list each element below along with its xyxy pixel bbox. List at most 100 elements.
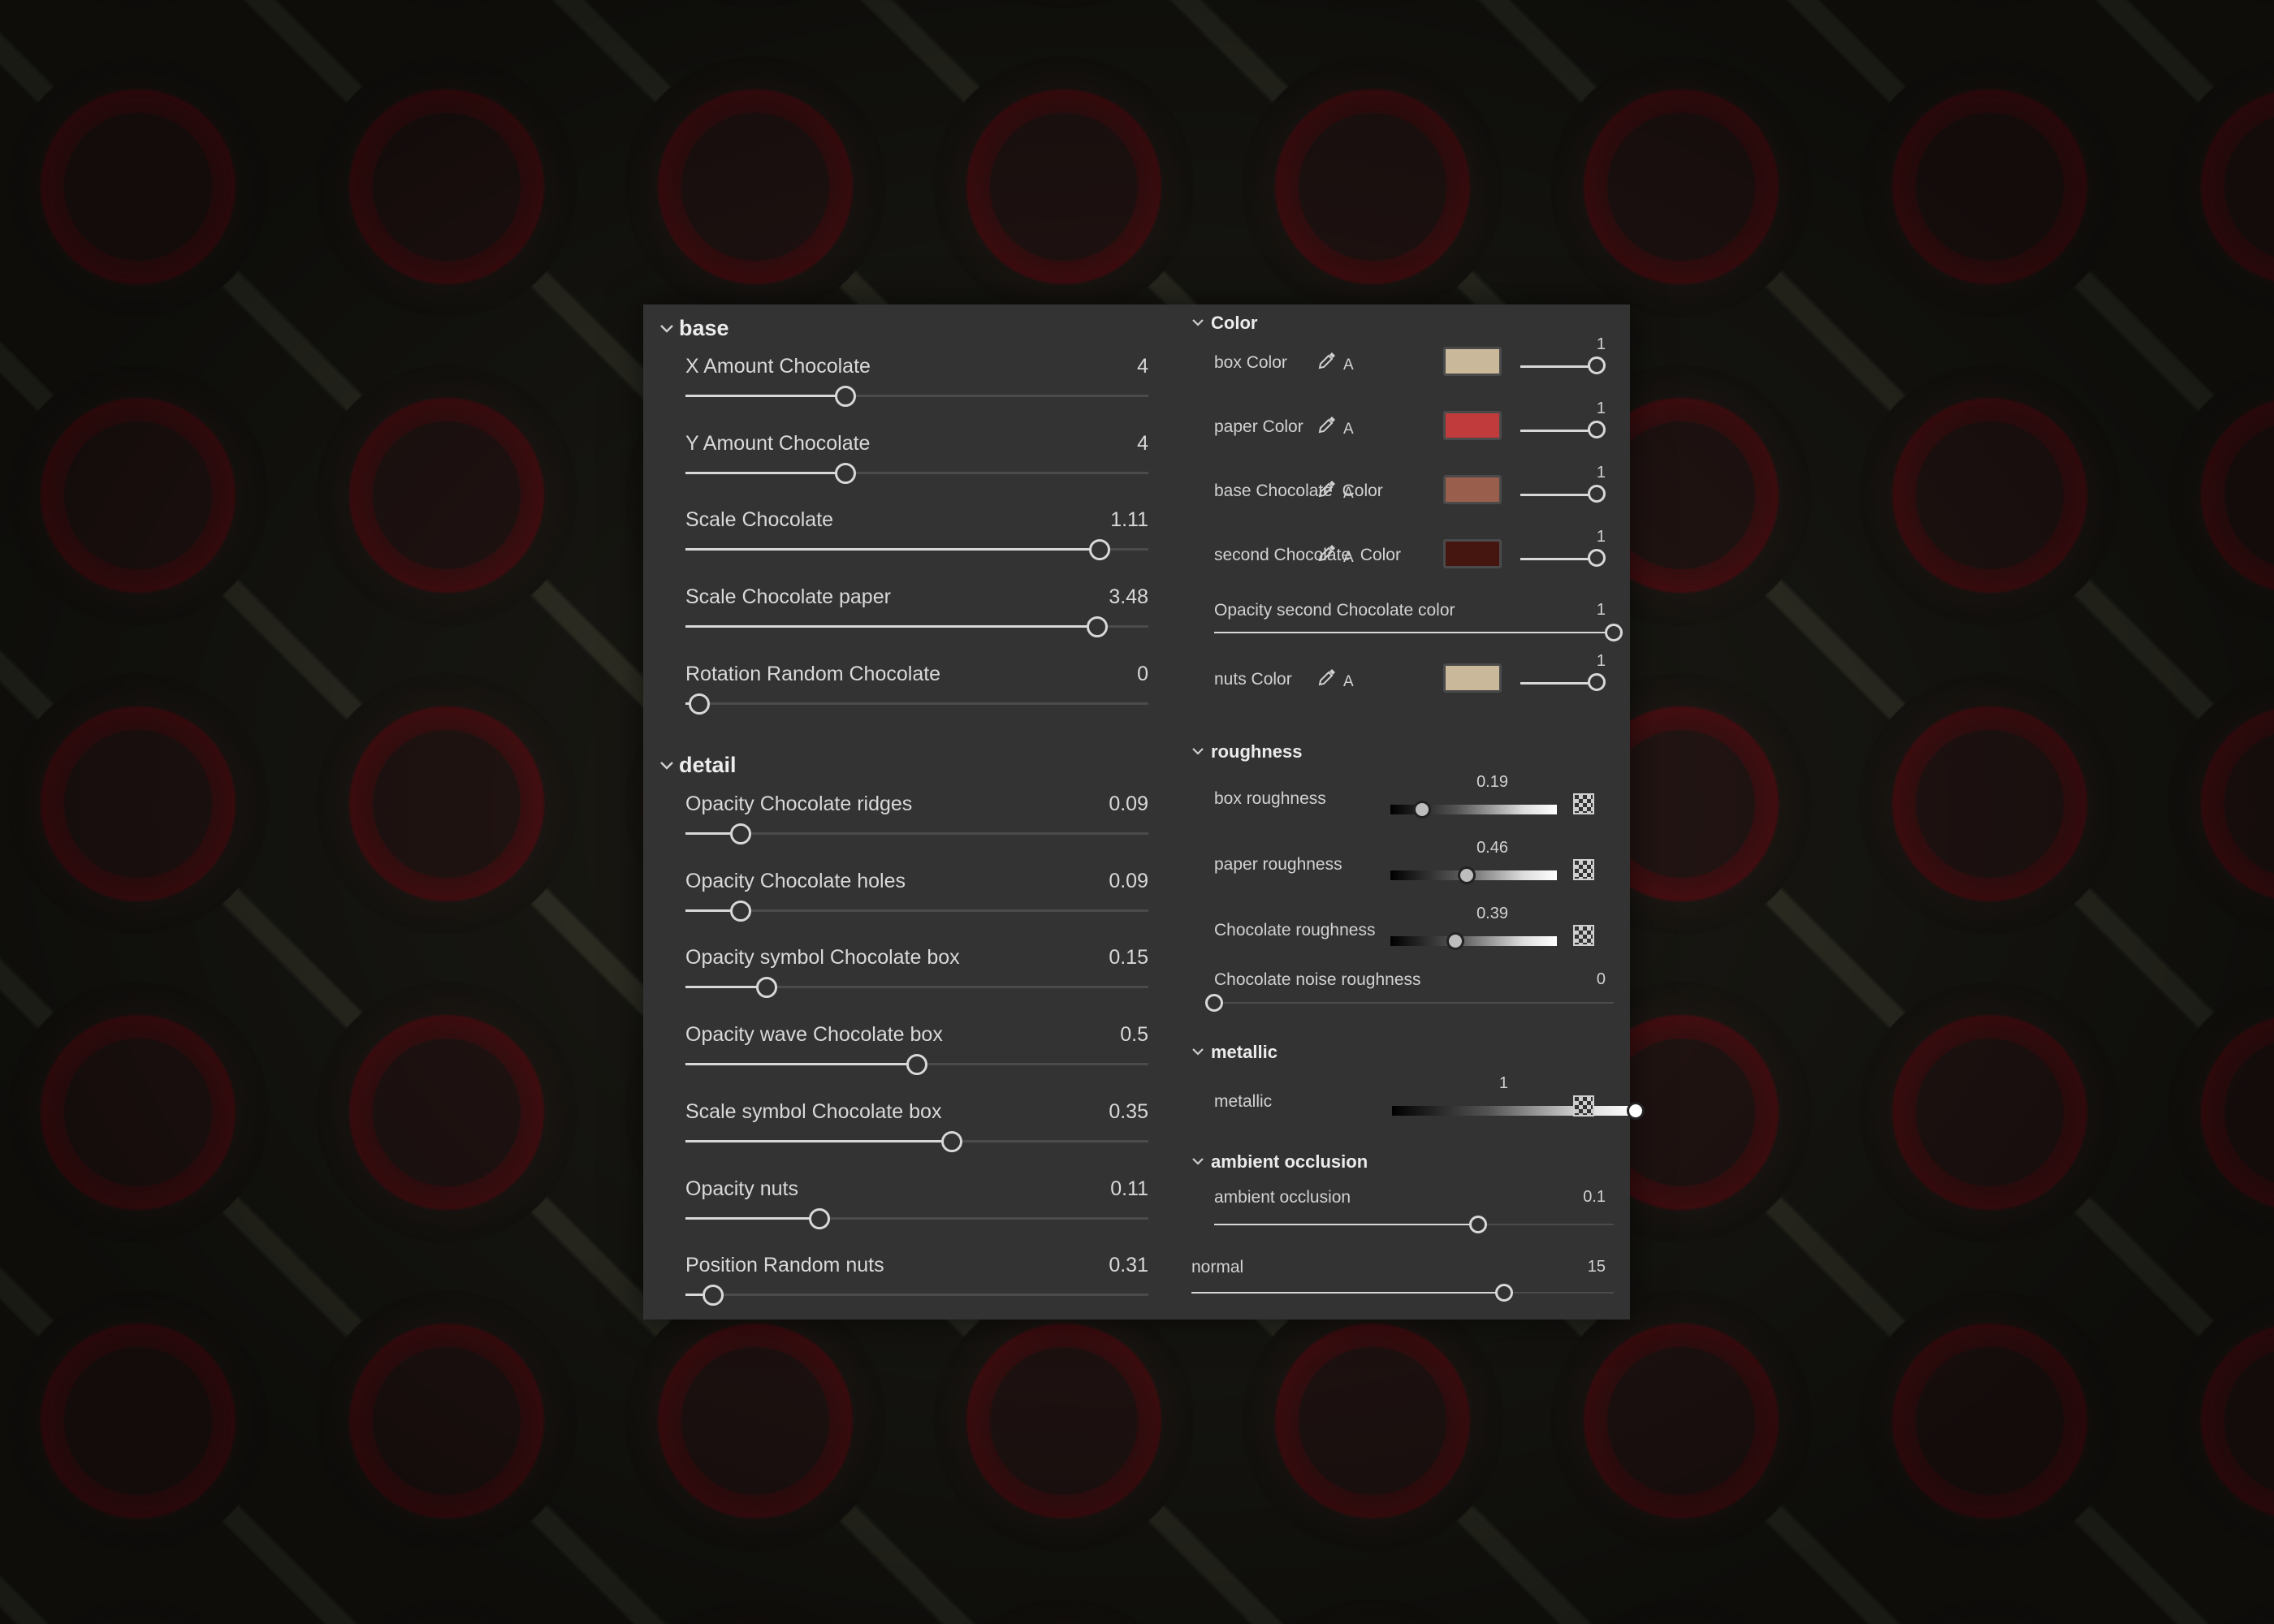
texture-map-icon[interactable] xyxy=(1573,925,1594,946)
param-value[interactable]: 0.35 xyxy=(1109,1100,1148,1124)
section-header-ambient-occlusion[interactable]: ambient occlusion xyxy=(1191,1151,1368,1173)
section-header-detail[interactable]: detail xyxy=(659,753,737,778)
param-value[interactable]: 0.09 xyxy=(1109,793,1148,816)
section-header-base[interactable]: base xyxy=(659,316,729,341)
roughness-slider[interactable] xyxy=(1390,799,1557,818)
param-value[interactable]: 0.15 xyxy=(1109,946,1148,970)
eyedropper-icon[interactable] xyxy=(1316,667,1338,688)
chevron-down-icon[interactable] xyxy=(1191,746,1204,758)
param-label: Scale Chocolate xyxy=(685,508,834,532)
chevron-down-icon[interactable] xyxy=(659,323,673,335)
eyedropper-icon[interactable] xyxy=(1316,350,1338,371)
alpha-slider[interactable] xyxy=(1520,356,1606,376)
param-slider[interactable] xyxy=(685,386,1148,407)
slider-knob[interactable] xyxy=(1588,673,1606,691)
param-value[interactable]: 0.09 xyxy=(1109,870,1148,893)
param-slider[interactable] xyxy=(685,1130,1148,1152)
alpha-slider[interactable] xyxy=(1520,549,1606,568)
alpha-slider[interactable] xyxy=(1520,485,1606,504)
slider-knob[interactable] xyxy=(703,1285,724,1307)
param-value[interactable]: 4 xyxy=(1137,355,1148,378)
section-header-color[interactable]: Color xyxy=(1191,313,1257,334)
normal-slider[interactable] xyxy=(1191,1283,1614,1302)
param-value[interactable]: 0.5 xyxy=(1120,1023,1148,1047)
slider-knob[interactable] xyxy=(755,977,777,999)
texture-map-icon[interactable] xyxy=(1573,859,1594,880)
param-value[interactable]: 0.11 xyxy=(1110,1177,1148,1201)
slider-knob[interactable] xyxy=(689,693,711,715)
section-title-ambient-occlusion: ambient occlusion xyxy=(1211,1151,1368,1172)
slider-knob[interactable] xyxy=(1588,549,1606,567)
opacity-second-chocolate-color-row: Opacity second Chocolate color 1 xyxy=(1167,598,1630,647)
param-slider[interactable] xyxy=(685,693,1148,715)
chevron-down-icon[interactable] xyxy=(1191,1156,1204,1168)
param-slider[interactable] xyxy=(685,616,1148,638)
eyedropper-icon[interactable] xyxy=(1316,542,1338,564)
chevron-down-icon[interactable] xyxy=(1191,1047,1204,1058)
slider-knob[interactable] xyxy=(1205,994,1223,1012)
alpha-value: 1 xyxy=(1596,528,1606,546)
section-header-roughness[interactable]: roughness xyxy=(1191,741,1302,762)
slider-knob[interactable] xyxy=(1089,539,1111,561)
param-label: metallic xyxy=(1214,1092,1273,1111)
color-param-row: box Color A 1 xyxy=(1167,335,1630,394)
chevron-down-icon[interactable] xyxy=(659,760,673,771)
param-slider[interactable] xyxy=(685,1285,1148,1307)
slider-knob[interactable] xyxy=(834,462,856,484)
slider-knob[interactable] xyxy=(940,1130,962,1152)
param-value[interactable]: 1.11 xyxy=(1110,508,1148,532)
slider-knob[interactable] xyxy=(1458,866,1476,884)
opacity-second-chocolate-color-slider[interactable] xyxy=(1214,623,1623,642)
color-param-row: base Chocolate Color A 1 xyxy=(1167,464,1630,522)
slider-knob[interactable] xyxy=(1627,1102,1645,1120)
slider-knob[interactable] xyxy=(730,823,752,844)
color-swatch[interactable] xyxy=(1443,347,1502,376)
param-slider[interactable] xyxy=(685,1207,1148,1229)
param-slider[interactable] xyxy=(685,1054,1148,1076)
alpha-slider[interactable] xyxy=(1520,421,1606,440)
eyedropper-icon[interactable] xyxy=(1316,414,1338,435)
color-swatch[interactable] xyxy=(1443,539,1502,568)
metallic-slider[interactable] xyxy=(1392,1100,1645,1120)
section-header-metallic[interactable]: metallic xyxy=(1191,1042,1278,1063)
param-value[interactable]: 0.31 xyxy=(1109,1254,1148,1277)
chevron-down-icon[interactable] xyxy=(1191,317,1204,329)
ambient-occlusion-slider[interactable] xyxy=(1214,1215,1614,1234)
param-value: 15 xyxy=(1587,1258,1606,1276)
slider-knob[interactable] xyxy=(1446,932,1464,950)
slider-knob[interactable] xyxy=(1588,485,1606,503)
roughness-slider[interactable] xyxy=(1390,931,1557,950)
metallic-row: metallic 1 xyxy=(1167,1074,1645,1133)
param-slider[interactable] xyxy=(685,900,1148,922)
color-swatch[interactable] xyxy=(1443,411,1502,440)
param-label: base Chocolate Color xyxy=(1214,482,1383,500)
roughness-slider[interactable] xyxy=(1390,865,1557,884)
slider-knob[interactable] xyxy=(1412,801,1431,818)
eyedropper-icon[interactable] xyxy=(1316,478,1338,499)
param-label: Scale Chocolate paper xyxy=(685,585,891,609)
color-swatch[interactable] xyxy=(1443,663,1502,693)
param-value: 0 xyxy=(1596,970,1606,988)
chocolate-noise-roughness-slider[interactable] xyxy=(1205,993,1614,1013)
slider-knob[interactable] xyxy=(730,900,752,922)
texture-map-icon[interactable] xyxy=(1573,793,1594,814)
slider-knob[interactable] xyxy=(1588,421,1606,438)
alpha-slider[interactable] xyxy=(1520,673,1606,693)
texture-map-icon[interactable] xyxy=(1573,1095,1594,1116)
slider-knob[interactable] xyxy=(809,1207,831,1229)
slider-knob[interactable] xyxy=(1494,1284,1513,1302)
param-slider[interactable] xyxy=(685,977,1148,999)
param-value[interactable]: 0 xyxy=(1137,663,1148,686)
slider-knob[interactable] xyxy=(1605,624,1623,641)
param-value[interactable]: 4 xyxy=(1137,432,1148,456)
param-slider[interactable] xyxy=(685,823,1148,844)
param-value[interactable]: 3.48 xyxy=(1109,585,1148,609)
slider-knob[interactable] xyxy=(1468,1216,1487,1233)
slider-knob[interactable] xyxy=(1087,616,1109,638)
color-swatch[interactable] xyxy=(1443,475,1502,504)
slider-knob[interactable] xyxy=(1588,356,1606,374)
slider-knob[interactable] xyxy=(906,1054,927,1076)
param-slider[interactable] xyxy=(685,539,1148,561)
param-slider[interactable] xyxy=(685,462,1148,484)
slider-knob[interactable] xyxy=(834,386,856,407)
